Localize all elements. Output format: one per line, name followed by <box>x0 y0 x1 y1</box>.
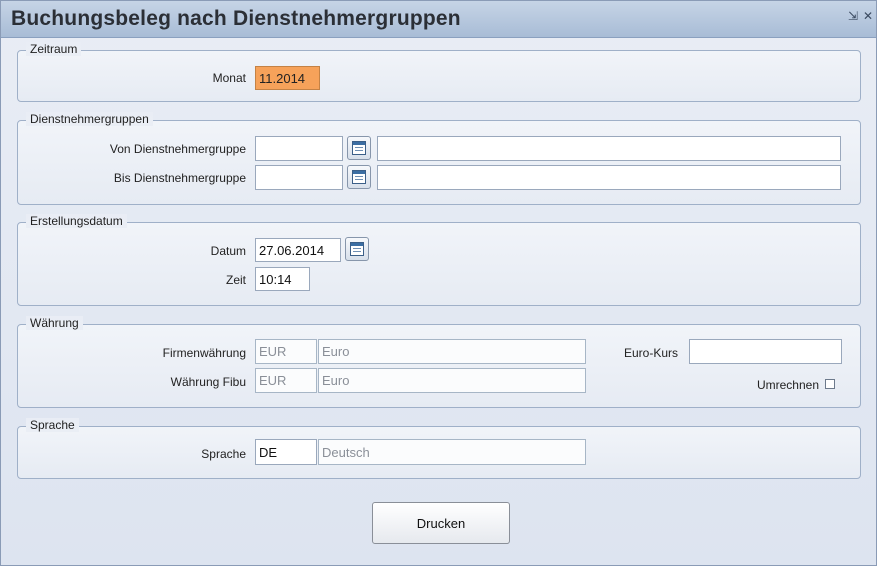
euro-kurs-label: Euro-Kurs <box>624 346 679 360</box>
bis-dienstnehmergruppe-description[interactable] <box>377 165 841 190</box>
group-waehrung: Währung Firmenwährung Euro-Kurs Währung … <box>17 316 861 408</box>
euro-kurs-field[interactable] <box>689 339 842 364</box>
von-dienstnehmergruppe-description[interactable] <box>377 136 841 161</box>
bis-dienstnehmergruppe-field[interactable] <box>255 165 343 190</box>
firmenwaehrung-label: Firmenwährung <box>162 346 246 360</box>
group-sprache: Sprache Sprache <box>17 418 861 479</box>
title-bar: Buchungsbeleg nach Dienstnehmergruppen ⇲… <box>1 1 876 38</box>
datum-label: Datum <box>210 244 246 258</box>
zeit-field[interactable] <box>255 267 310 291</box>
close-icon[interactable]: ✕ <box>861 9 875 23</box>
von-picker-button[interactable] <box>347 136 371 160</box>
group-legend-erstellungsdatum: Erstellungsdatum <box>26 214 127 228</box>
group-legend-zeitraum: Zeitraum <box>26 42 82 56</box>
group-erstellungsdatum: Erstellungsdatum Datum Zeit <box>17 214 861 306</box>
waehrung-fibu-label: Währung Fibu <box>170 375 246 389</box>
datum-picker-button[interactable] <box>345 237 369 261</box>
monat-label: Monat <box>212 71 246 85</box>
sprache-name-field[interactable] <box>318 439 586 465</box>
sprache-label: Sprache <box>201 447 246 461</box>
group-legend-waehrung: Währung <box>26 316 83 330</box>
sprache-code-field[interactable] <box>255 439 317 465</box>
list-picker-icon <box>352 170 366 184</box>
calendar-icon <box>350 242 364 256</box>
von-dienstnehmergruppe-field[interactable] <box>255 136 343 161</box>
waehrung-fibu-name-field[interactable] <box>318 368 586 393</box>
group-legend-sprache: Sprache <box>26 418 79 432</box>
dialog-window: Buchungsbeleg nach Dienstnehmergruppen ⇲… <box>0 0 877 566</box>
zeit-label: Zeit <box>225 273 246 287</box>
bis-dienstnehmergruppe-label: Bis Dienstnehmergruppe <box>113 171 246 185</box>
umrechnen-checkbox[interactable] <box>825 379 835 389</box>
minimize-icon[interactable]: ⇲ <box>846 9 860 23</box>
drucken-button[interactable]: Drucken <box>372 502 510 544</box>
datum-field[interactable] <box>255 238 341 262</box>
group-zeitraum: Zeitraum Monat <box>17 42 861 102</box>
waehrung-fibu-code-field[interactable] <box>255 368 317 393</box>
group-legend-dienstnehmergruppen: Dienstnehmergruppen <box>26 112 153 126</box>
window-title: Buchungsbeleg nach Dienstnehmergruppen <box>11 7 461 30</box>
group-dienstnehmergruppen: Dienstnehmergruppen Von Dienstnehmergrup… <box>17 112 861 205</box>
von-dienstnehmergruppe-label: Von Dienstnehmergruppe <box>109 142 246 156</box>
bis-picker-button[interactable] <box>347 165 371 189</box>
firmenwaehrung-code-field[interactable] <box>255 339 317 364</box>
list-picker-icon <box>352 141 366 155</box>
firmenwaehrung-name-field[interactable] <box>318 339 586 364</box>
monat-field[interactable] <box>255 66 320 90</box>
umrechnen-label: Umrechnen <box>756 378 819 392</box>
